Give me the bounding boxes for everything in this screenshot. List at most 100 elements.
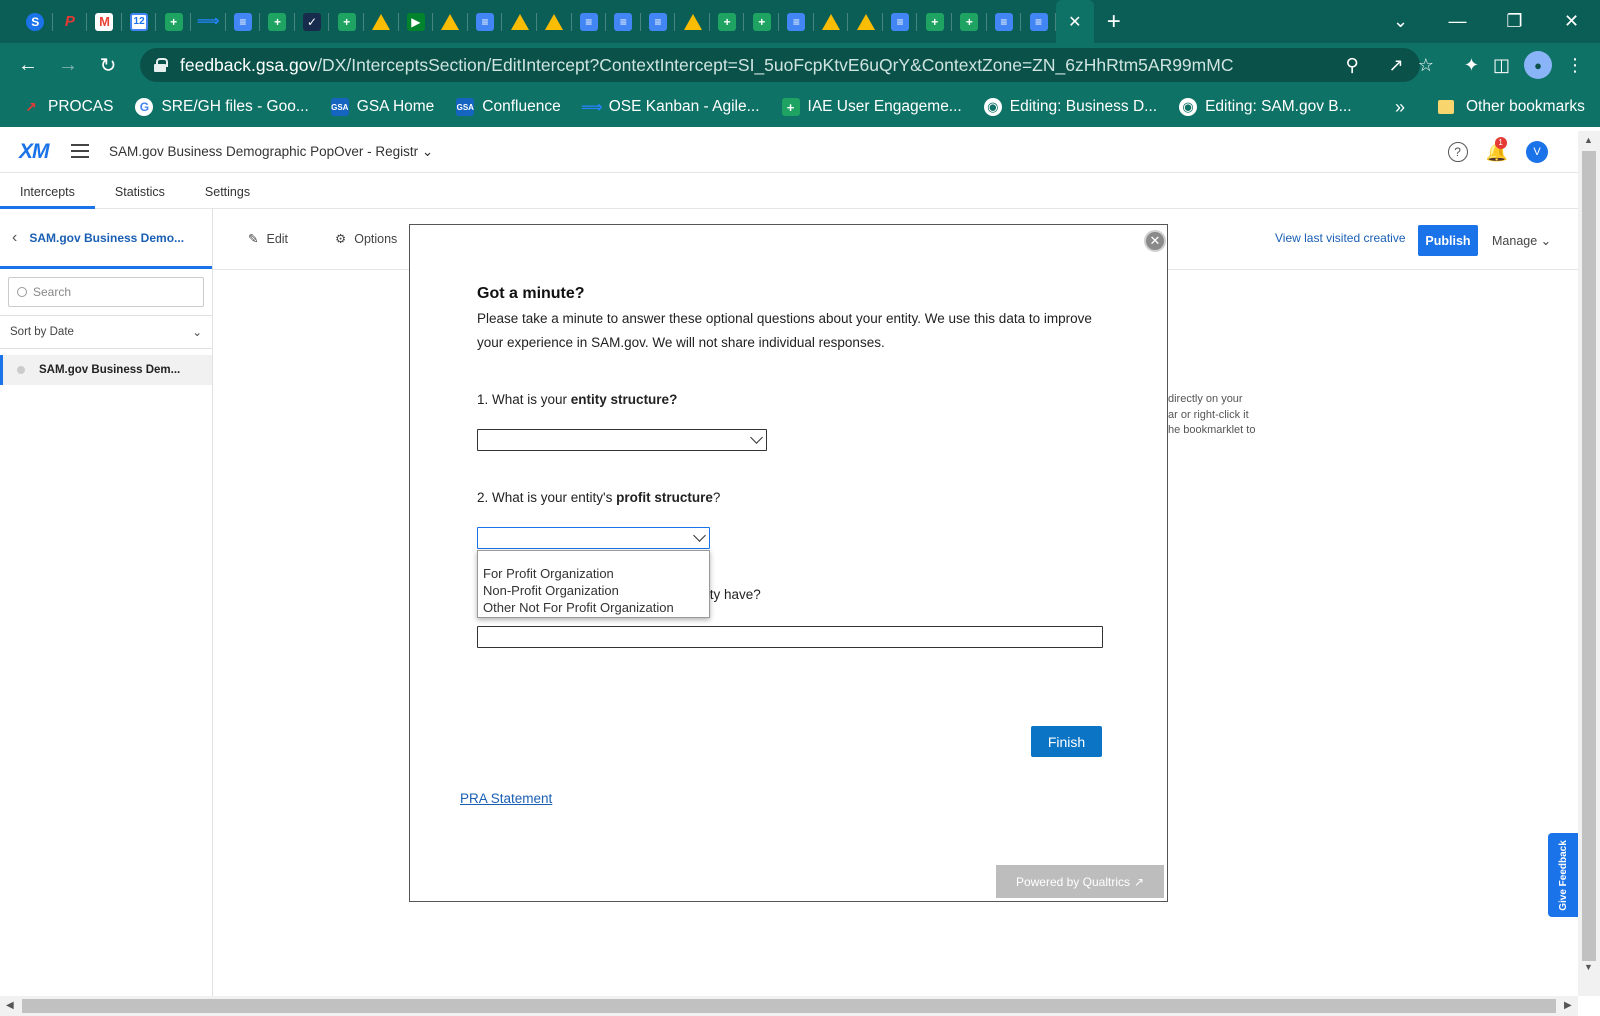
share-icon[interactable]: ↗ [1389,55,1404,76]
browser-tab[interactable]: ≡ [606,0,641,43]
active-tab[interactable]: ✕ [1055,0,1094,43]
bookmark-item[interactable]: GSA GSA Home [330,98,434,116]
browser-tab[interactable]: ≡ [226,0,261,43]
browser-tab[interactable]: ≡ [468,0,503,43]
search-input[interactable]: Search [8,277,204,307]
scroll-down-icon[interactable]: ▼ [1584,962,1593,972]
browser-tab[interactable]: + [952,0,987,43]
browser-tab[interactable]: ≡ [1021,0,1056,43]
zoom-icon[interactable]: ⚲ [1345,55,1358,76]
bookmark-item[interactable]: ◉ Editing: Business D... [983,98,1157,116]
browser-tab[interactable] [433,0,468,43]
hamburger-menu-icon[interactable] [71,144,89,158]
browser-tab[interactable]: + [329,0,364,43]
entity-structure-select[interactable] [477,429,767,451]
side-panel-icon[interactable]: ◫ [1493,55,1510,76]
intercept-list-pane: ‹ SAM.gov Business Demo... Search Sort b… [0,209,213,996]
browser-tab[interactable]: ✓ [295,0,330,43]
bookmark-item[interactable]: ◉ Editing: SAM.gov B... [1179,98,1352,116]
scroll-left-icon[interactable]: ◀ [6,1000,14,1011]
bookmark-item[interactable]: GSA Confluence [456,98,561,116]
browser-tab[interactable]: ≡ [779,0,814,43]
other-bookmarks-folder[interactable]: Other bookmarks [1438,87,1585,127]
notifications-bell-icon[interactable]: 🔔 1 [1486,136,1508,163]
option-for-profit[interactable]: For Profit Organization [478,565,709,582]
close-icon[interactable]: ✕ [1144,230,1166,252]
xm-logo[interactable]: XM [19,140,49,164]
browser-tab[interactable] [537,0,572,43]
browser-tab[interactable] [364,0,399,43]
address-bar[interactable]: feedback.gsa.gov/DX/InterceptsSection/Ed… [140,48,1420,82]
browser-tab[interactable]: P [53,0,88,43]
browser-tab[interactable] [675,0,710,43]
chevron-left-icon[interactable]: ‹ [12,229,17,247]
browser-tab[interactable] [814,0,849,43]
question-3-input[interactable] [477,626,1103,648]
forward-arrow-icon[interactable]: → [48,45,88,85]
tab-search-button[interactable]: ⌄ [1372,11,1429,32]
extensions-puzzle-icon[interactable]: ✦ [1464,55,1479,76]
tab-intercepts[interactable]: Intercepts [0,173,95,209]
profit-structure-select[interactable] [477,527,710,549]
finish-button[interactable]: Finish [1031,726,1102,757]
manage-dropdown[interactable]: Manage ⌄ [1492,233,1551,248]
lock-icon[interactable] [154,58,168,72]
intercept-back-title[interactable]: SAM.gov Business Demo... [29,231,184,245]
project-selector[interactable]: SAM.gov Business Demographic PopOver - R… [109,144,433,160]
new-tab-button[interactable]: + [1094,0,1134,43]
browser-tab[interactable]: ≡ [987,0,1022,43]
close-tab-icon[interactable]: ✕ [1068,12,1081,32]
bookmark-item[interactable]: + IAE User Engageme... [781,98,962,116]
url-text[interactable]: feedback.gsa.gov/DX/InterceptsSection/Ed… [180,55,1233,76]
sort-dropdown[interactable]: Sort by Date ⌄ [0,315,212,349]
user-avatar[interactable]: V [1526,141,1548,163]
browser-tab[interactable]: M [87,0,122,43]
browser-tab[interactable]: + [744,0,779,43]
browser-tab[interactable]: ⟹ [191,0,226,43]
browser-tab[interactable]: + [260,0,295,43]
browser-tab[interactable]: ▶ [399,0,434,43]
browser-tab[interactable]: ≡ [883,0,918,43]
bookmark-item[interactable]: ↗ PROCAS [22,98,113,116]
bookmark-star-icon[interactable]: ☆ [1418,55,1434,76]
browser-tab[interactable] [502,0,537,43]
options-button[interactable]: ⚙ Options [335,231,397,247]
back-arrow-icon[interactable]: ← [8,45,48,85]
browser-tab[interactable] [848,0,883,43]
bookmark-item[interactable]: G SRE/GH files - Goo... [135,98,309,116]
give-feedback-button[interactable]: Give Feedback [1548,833,1578,917]
scroll-right-icon[interactable]: ▶ [1564,1000,1572,1011]
vertical-scroll-thumb[interactable] [1582,151,1596,961]
edit-button[interactable]: ✎ Edit [248,231,288,247]
browser-tab[interactable]: + [156,0,191,43]
intercept-back-header[interactable]: ‹ SAM.gov Business Demo... [0,209,212,269]
minimize-button[interactable]: — [1429,11,1486,32]
pra-statement-link[interactable]: PRA Statement [460,791,552,806]
list-item[interactable]: SAM.gov Business Dem... [0,355,212,385]
publish-button[interactable]: Publish [1418,225,1478,256]
vertical-scrollbar[interactable]: ▲ ▼ [1578,131,1600,996]
bookmark-item[interactable]: ⟹ OSE Kanban - Agile... [581,98,760,116]
reload-icon[interactable]: ↻ [88,45,128,85]
option-other-not-for-profit[interactable]: Other Not For Profit Organization [478,599,709,616]
browser-tab[interactable]: ≡ [572,0,607,43]
tab-statistics[interactable]: Statistics [95,173,185,209]
tab-settings[interactable]: Settings [185,173,270,209]
restore-button[interactable]: ❐ [1486,11,1543,32]
close-window-button[interactable]: ✕ [1543,11,1600,32]
browser-tab[interactable]: + [710,0,745,43]
horizontal-scroll-thumb[interactable] [22,999,1556,1013]
option-non-profit[interactable]: Non-Profit Organization [478,582,709,599]
horizontal-scrollbar[interactable]: ◀ ▶ [0,996,1578,1016]
browser-tab[interactable]: S [18,0,53,43]
powered-by-qualtrics-link[interactable]: Powered by Qualtrics ↗ [996,865,1164,898]
help-icon[interactable]: ? [1447,142,1468,162]
browser-tab[interactable]: 12 [122,0,157,43]
view-last-visited-link[interactable]: View last visited creative [1275,231,1406,245]
browser-tab[interactable]: + [917,0,952,43]
chrome-menu-icon[interactable]: ⋮ [1566,55,1584,76]
browser-tab[interactable]: ≡ [641,0,676,43]
bookmarks-overflow-button[interactable]: » [1395,87,1405,127]
scroll-up-icon[interactable]: ▲ [1584,135,1593,145]
profile-avatar-icon[interactable]: ● [1524,51,1552,79]
